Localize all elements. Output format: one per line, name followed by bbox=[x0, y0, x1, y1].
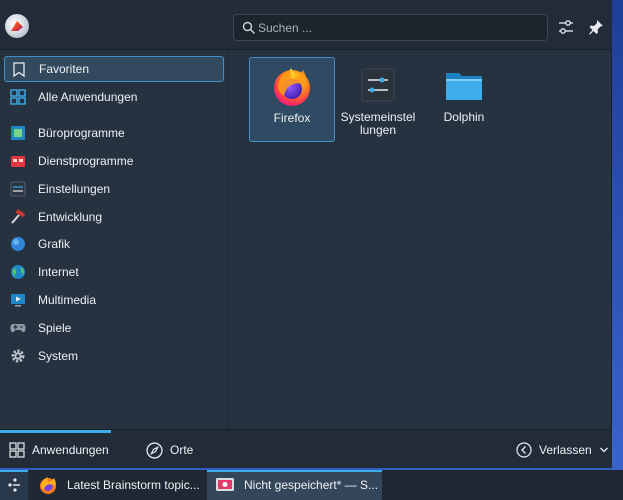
sidebar-item-label: Dienstprogramme bbox=[38, 154, 134, 168]
compass-icon bbox=[146, 441, 163, 459]
sidebar-item-label: Favoriten bbox=[39, 62, 90, 76]
search-input[interactable] bbox=[258, 19, 538, 37]
system-gear-icon bbox=[10, 348, 26, 364]
spectacle-icon bbox=[216, 478, 234, 491]
task-spectacle[interactable]: Nicht gespeichert* — S... bbox=[207, 470, 382, 500]
system-settings-icon bbox=[356, 63, 400, 107]
sidebar-item-label: System bbox=[38, 349, 79, 363]
desktop-wallpaper bbox=[611, 0, 623, 470]
sidebar-item-label: Grafik bbox=[38, 237, 71, 251]
favorite-dolphin[interactable]: Dolphin bbox=[421, 57, 507, 142]
multimedia-icon bbox=[10, 292, 26, 308]
launcher-button[interactable] bbox=[0, 470, 28, 500]
utilities-icon bbox=[10, 153, 26, 169]
chevron-down-icon bbox=[599, 447, 608, 453]
sidebar-item-grafik[interactable]: Grafik bbox=[4, 231, 224, 257]
firefox-icon bbox=[40, 477, 56, 494]
pin-button[interactable] bbox=[585, 16, 607, 38]
firefox-icon bbox=[270, 64, 314, 108]
task-label: Latest Brainstorm topic... bbox=[67, 478, 200, 492]
search-icon bbox=[242, 21, 256, 35]
app-label-line2: lungen bbox=[359, 123, 397, 137]
sidebar-item-label: Multimedia bbox=[38, 293, 97, 307]
sidebar-item-system[interactable]: System bbox=[4, 343, 224, 369]
sidebar-item-label: Entwicklung bbox=[38, 210, 103, 224]
pin-icon bbox=[589, 20, 603, 35]
sidebar-item-alle-anwendungen[interactable]: Alle Anwendungen bbox=[4, 84, 224, 110]
sidebar-item-spiele[interactable]: Spiele bbox=[4, 315, 224, 341]
leave-circle-icon bbox=[516, 442, 532, 458]
sidebar-item-label: Spiele bbox=[38, 321, 72, 335]
category-sidebar: Favoriten Alle Anwendungen Büroprogramme… bbox=[0, 51, 229, 429]
bookmark-icon bbox=[11, 61, 27, 77]
sidebar-item-dienstprogramme[interactable]: Dienstprogramme bbox=[4, 148, 224, 174]
sidebar-item-label: Alle Anwendungen bbox=[38, 90, 138, 104]
grid-apps-icon bbox=[10, 89, 26, 105]
configure-button[interactable] bbox=[555, 16, 577, 38]
office-icon bbox=[10, 125, 26, 141]
search-field[interactable] bbox=[233, 14, 548, 41]
sidebar-item-label: Büroprogramme bbox=[38, 126, 125, 140]
tab-orte[interactable]: Orte bbox=[146, 438, 193, 462]
hammer-icon bbox=[10, 209, 26, 225]
favorite-systemeinstellungen[interactable]: Systemeinstel lungen bbox=[335, 57, 421, 142]
tab-label: Orte bbox=[170, 443, 194, 457]
sidebar-item-entwicklung[interactable]: Entwicklung bbox=[4, 204, 224, 230]
app-label: Dolphin bbox=[443, 110, 485, 124]
application-launcher: Favoriten Alle Anwendungen Büroprogram bbox=[0, 0, 612, 468]
tab-label: Anwendungen bbox=[32, 443, 109, 457]
gamepad-icon bbox=[10, 320, 26, 336]
leave-button[interactable]: Verlassen bbox=[516, 438, 609, 462]
leave-label: Verlassen bbox=[539, 443, 592, 457]
launcher-footer: Anwendungen Orte Verlassen bbox=[0, 429, 612, 468]
sidebar-item-label: Internet bbox=[38, 265, 79, 279]
sidebar-item-label: Einstellungen bbox=[38, 182, 111, 196]
sidebar-item-internet[interactable]: Internet bbox=[4, 259, 224, 285]
app-label: Firefox bbox=[273, 111, 311, 125]
kde-launcher-icon bbox=[8, 478, 20, 492]
favorite-firefox[interactable]: Firefox bbox=[249, 57, 335, 142]
task-firefox[interactable]: Latest Brainstorm topic... bbox=[30, 470, 206, 500]
graphics-icon bbox=[10, 236, 26, 252]
grid-icon bbox=[9, 442, 25, 458]
sidebar-item-favoriten[interactable]: Favoriten bbox=[4, 56, 224, 82]
sidebar-item-multimedia[interactable]: Multimedia bbox=[4, 287, 224, 313]
folder-icon bbox=[442, 63, 486, 107]
configure-icon bbox=[559, 20, 573, 34]
task-label: Nicht gespeichert* — S... bbox=[244, 478, 379, 492]
user-avatar[interactable] bbox=[5, 14, 29, 38]
globe-icon bbox=[10, 264, 26, 280]
tab-anwendungen[interactable]: Anwendungen bbox=[9, 438, 109, 462]
launcher-header bbox=[0, 0, 612, 50]
sidebar-item-bueroprogramme[interactable]: Büroprogramme bbox=[4, 120, 224, 146]
active-tab-indicator bbox=[0, 430, 111, 433]
settings-icon bbox=[10, 181, 26, 197]
sidebar-item-einstellungen[interactable]: Einstellungen bbox=[4, 176, 224, 202]
taskbar: Latest Brainstorm topic... Nicht gespeic… bbox=[0, 470, 623, 500]
